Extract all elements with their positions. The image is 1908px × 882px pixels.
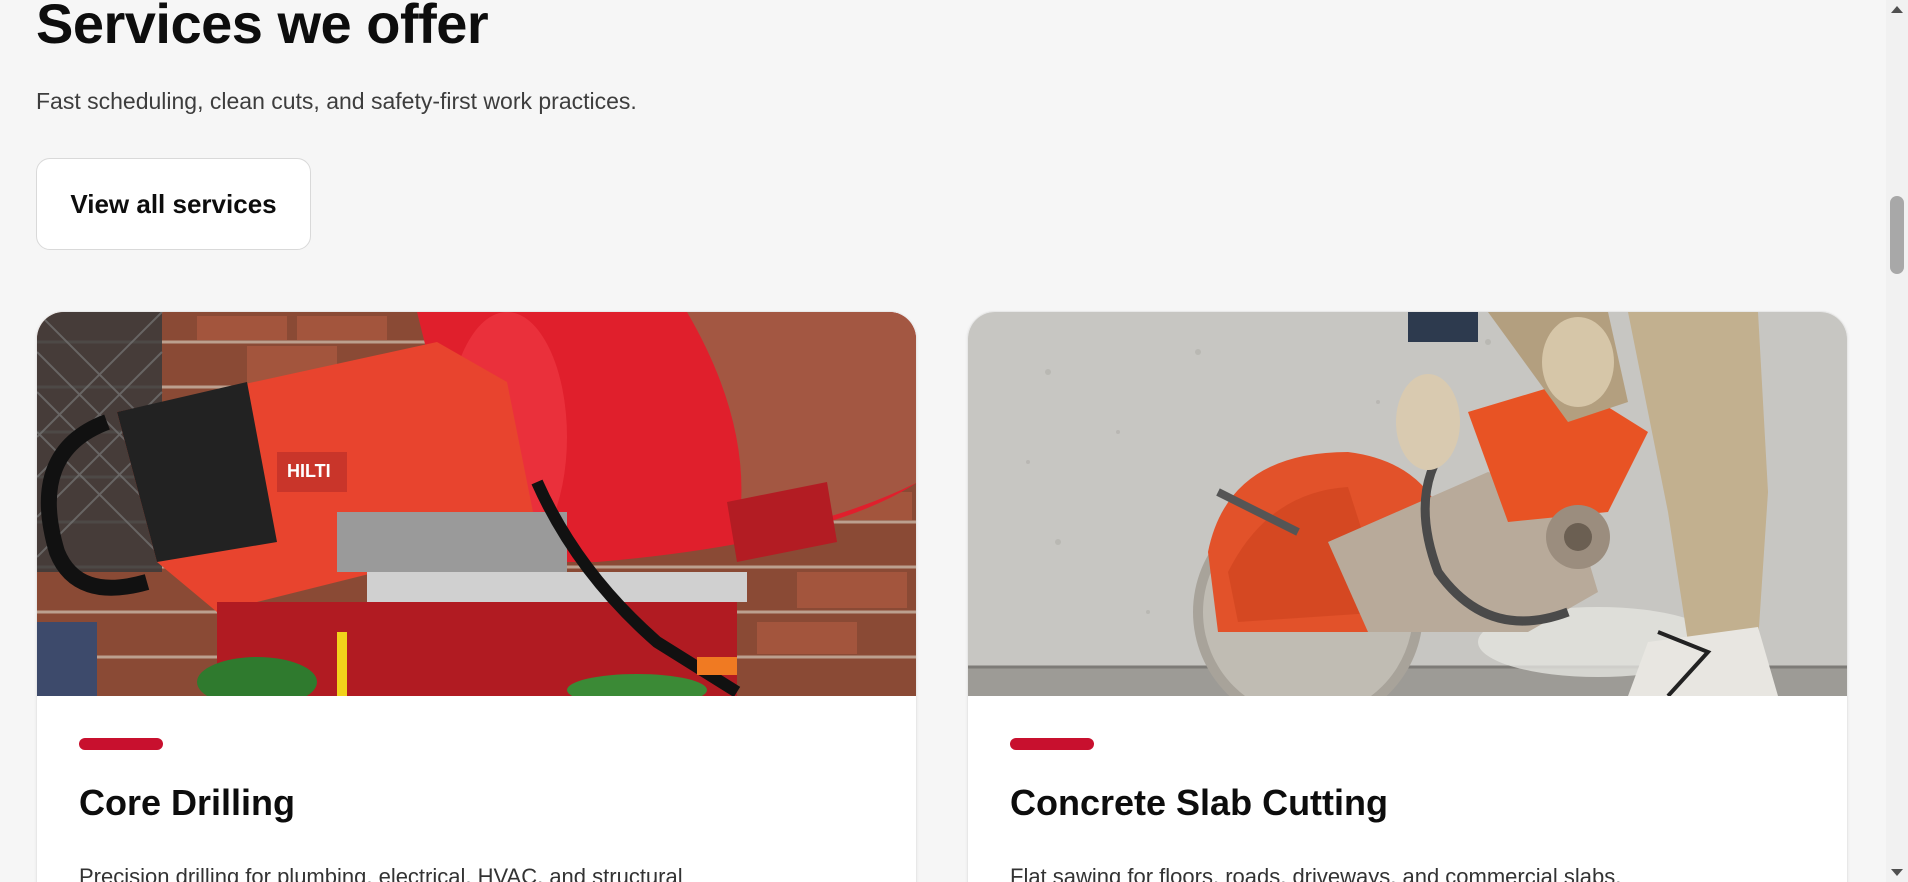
- page: Services we offer Fast scheduling, clean…: [0, 0, 1908, 882]
- core-drilling-image: HILTI: [37, 312, 916, 696]
- accent-bar: [1010, 738, 1094, 750]
- service-card-core-drilling[interactable]: HILTI Core Drilling Precision drilling f…: [36, 311, 917, 882]
- scroll-up-arrow-icon[interactable]: [1891, 6, 1903, 13]
- section-subtitle: Fast scheduling, clean cuts, and safety-…: [36, 88, 637, 114]
- card-title[interactable]: Core Drilling: [79, 782, 295, 824]
- scroll-down-arrow-icon[interactable]: [1891, 869, 1903, 876]
- card-description: Precision drilling for plumbing, electri…: [79, 864, 683, 882]
- service-card-concrete-slab-cutting[interactable]: Concrete Slab Cutting Flat sawing for fl…: [967, 311, 1848, 882]
- svg-text:HILTI: HILTI: [287, 461, 331, 481]
- card-description: Flat sawing for floors, roads, driveways…: [1010, 864, 1622, 882]
- scroll-thumb[interactable]: [1890, 196, 1904, 274]
- view-all-services-button[interactable]: View all services: [36, 158, 311, 250]
- vertical-scrollbar[interactable]: [1886, 0, 1908, 882]
- accent-bar: [79, 738, 163, 750]
- concrete-slab-cutting-image: [968, 312, 1847, 696]
- card-title[interactable]: Concrete Slab Cutting: [1010, 782, 1388, 824]
- section-title: Services we offer: [36, 0, 489, 55]
